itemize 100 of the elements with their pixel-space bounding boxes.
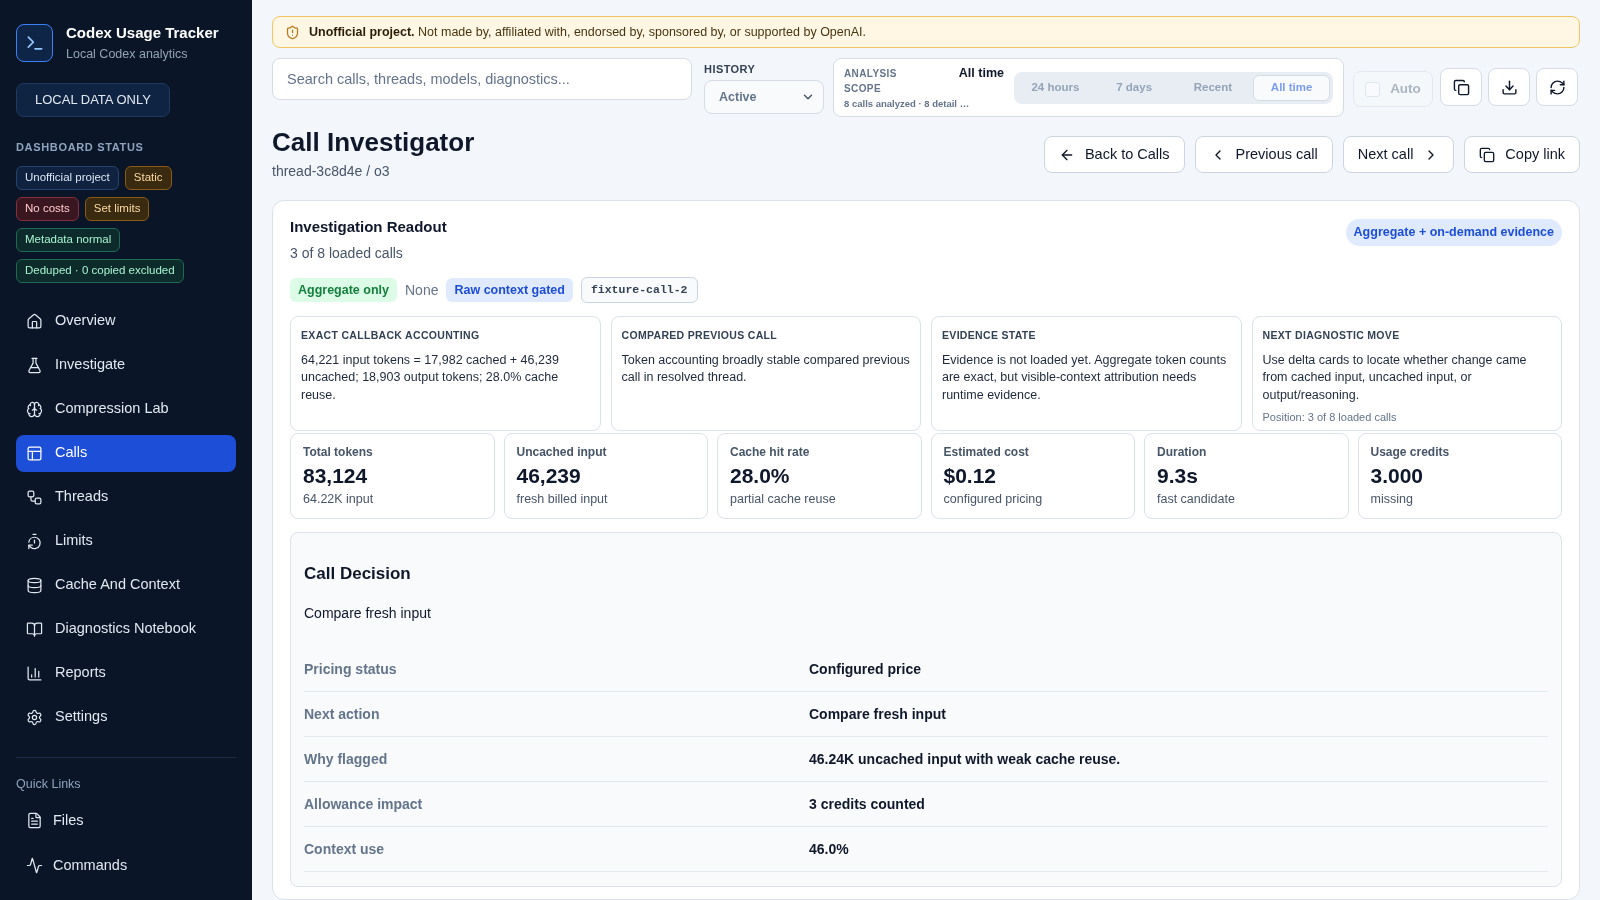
home-icon <box>26 312 43 330</box>
nav-item[interactable]: Compression Lab <box>16 390 236 428</box>
pulse-icon <box>26 857 43 875</box>
page-title: Call Investigator <box>272 126 475 158</box>
nav-item[interactable]: Investigate <box>16 346 236 384</box>
decision-value: 46.24K uncached input with weak cache reuse. <box>809 749 1122 769</box>
refresh-icon <box>1548 78 1566 96</box>
status-badge: No costs <box>16 196 79 221</box>
metric-value: 3.000 <box>1370 463 1425 489</box>
shield-alert-icon <box>285 24 300 40</box>
quick-link[interactable]: Files <box>16 802 236 840</box>
database-icon <box>26 576 43 594</box>
decision-value: 46.0% <box>809 839 850 859</box>
terminal-icon <box>16 24 53 62</box>
metric-caption: fast candidate <box>1157 491 1236 507</box>
metric-label: Uncached input <box>516 445 608 460</box>
decision-value: Compare fresh input <box>809 704 947 724</box>
metric-caption: fresh billed input <box>516 491 609 507</box>
metric-label: Duration <box>1157 445 1208 460</box>
info-card-title: NEXT DIAGNOSTIC MOVE <box>1262 328 1401 343</box>
nav-item[interactable]: Reports <box>16 654 236 692</box>
download-icon <box>1500 78 1518 96</box>
panel-layout-icon <box>26 444 43 462</box>
search-field[interactable]: Search calls, threads, models, diagnostics... <box>272 58 692 100</box>
nav-item[interactable]: Settings <box>16 698 236 736</box>
status-tag: None <box>405 279 439 301</box>
refresh-button[interactable] <box>1536 68 1578 106</box>
metric-label: Cache hit rate <box>730 445 811 460</box>
decision-value: Configured price <box>809 659 922 679</box>
mode-badge: Aggregate + on-demand evidence <box>1345 219 1562 246</box>
history-select[interactable]: Active <box>704 80 824 114</box>
nav-item[interactable]: Calls <box>16 434 236 472</box>
metric-caption: configured pricing <box>943 491 1044 507</box>
info-card-title: COMPARED PREVIOUS CALL <box>621 328 778 343</box>
flask-icon <box>26 356 43 374</box>
local-data-button[interactable]: LOCAL DATA ONLY <box>16 83 170 117</box>
metric-value: 9.3s <box>1157 463 1199 489</box>
workflow-icon <box>26 488 43 506</box>
status-tag: Raw context gated <box>446 278 573 302</box>
status-badge: Unofficial project <box>16 165 119 190</box>
file-icon <box>26 812 43 830</box>
field-label: ANALYSIS SCOPE <box>844 66 898 96</box>
metric-value: 28.0% <box>730 463 791 489</box>
decision-label: Next action <box>304 704 381 724</box>
notice-text: Unofficial project. Not made by, affiliated with, endorsed by, sponsored by, or supported by OpenAI. <box>309 23 866 41</box>
copy-icon <box>1479 146 1496 163</box>
decision-label: Pricing status <box>304 659 398 679</box>
nav-item[interactable]: Threads <box>16 478 236 516</box>
settings-icon <box>26 708 43 726</box>
book-icon <box>26 620 43 638</box>
info-card-text: Use delta cards to locate whether change came from cached input, uncached input, or output/reasoning. <box>1262 351 1528 404</box>
info-card-note: Position: 3 of 8 loaded calls <box>1262 410 1398 426</box>
info-card-text: 64,221 input tokens = 17,982 cached + 46,239 uncached; 18,903 output tokens; 28.0% cache reuse. <box>301 351 560 404</box>
status-badge: Static <box>124 165 172 190</box>
decision-summary: Compare fresh input <box>304 604 432 622</box>
nav-item[interactable]: Cache And Context <box>16 566 236 604</box>
section-heading: DASHBOARD STATUS <box>16 140 145 155</box>
action-button[interactable]: Previous call <box>1194 136 1333 173</box>
copy-icon <box>1452 78 1470 96</box>
metric-caption: missing <box>1370 491 1414 507</box>
scope-value: All time <box>958 65 1004 81</box>
decision-value: 3 credits counted <box>809 794 926 814</box>
copy-button[interactable] <box>1440 68 1482 106</box>
timer-icon <box>26 532 43 550</box>
card-title: Investigation Readout <box>290 217 447 237</box>
metric-label: Estimated cost <box>943 445 1030 460</box>
field-label: HISTORY <box>704 63 757 76</box>
metric-caption: partial cache reuse <box>730 491 837 507</box>
decision-label: Context use <box>304 839 386 859</box>
metric-caption: 64.22K input <box>303 491 375 507</box>
status-badge: Set limits <box>84 196 150 221</box>
nav-item[interactable]: Limits <box>16 522 236 560</box>
page-subtitle: thread-3c8d4e / o3 <box>272 162 391 181</box>
action-button[interactable]: Back to Calls <box>1043 136 1185 173</box>
bar-chart-icon <box>26 664 43 682</box>
app-subtitle: Local Codex analytics <box>66 46 189 62</box>
decision-label: Allowance impact <box>304 794 424 814</box>
nav-item[interactable]: Diagnostics Notebook <box>16 610 236 648</box>
quick-link[interactable]: Commands <box>16 847 236 885</box>
metric-value: 83,124 <box>303 463 369 489</box>
info-card-title: EXACT CALLBACK ACCOUNTING <box>301 328 481 343</box>
scope-detail: 8 calls analyzed · 8 detail … <box>844 96 971 110</box>
metric-label: Total tokens <box>303 445 374 460</box>
info-card-text: Evidence is not loaded yet. Aggregate token counts are exact, but visible-context attribution needs runtime evidence. <box>942 351 1228 404</box>
status-badge: Deduped · 0 copied excluded <box>16 258 184 283</box>
action-button[interactable]: Copy link <box>1464 136 1580 173</box>
metric-value: 46,239 <box>516 463 582 489</box>
download-button[interactable] <box>1488 68 1530 106</box>
app-title: Codex Usage Tracker <box>66 24 219 42</box>
metric-value: $0.12 <box>943 463 998 489</box>
decision-title: Call Decision <box>304 564 412 584</box>
call-id-code: fixture-call-2 <box>580 277 698 303</box>
status-badge: Metadata normal <box>16 227 121 252</box>
action-button[interactable]: Next call <box>1342 136 1455 173</box>
status-tag: Aggregate only <box>290 278 397 302</box>
decision-label: Why flagged <box>304 749 389 769</box>
section-heading: Quick Links <box>16 775 82 793</box>
info-card-title: EVIDENCE STATE <box>942 328 1037 343</box>
metric-label: Usage credits <box>1370 445 1451 460</box>
nav-item[interactable]: Overview <box>16 302 236 340</box>
